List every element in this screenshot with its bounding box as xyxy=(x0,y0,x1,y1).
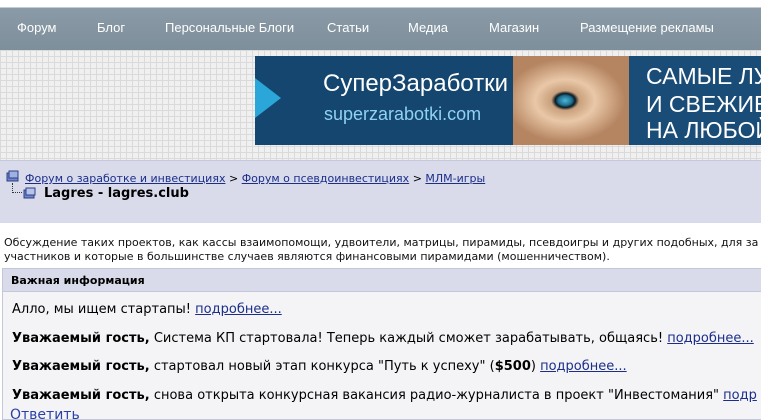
nav-item-shop[interactable]: Магазин xyxy=(489,20,539,35)
nav-item-advertising[interactable]: Размещение рекламы xyxy=(580,20,714,35)
tree-connector xyxy=(12,183,22,193)
nav-item-articles[interactable]: Статьи xyxy=(327,20,369,35)
breadcrumb-separator: > xyxy=(412,172,422,185)
topic-folder-icon xyxy=(23,187,36,199)
nav-item-forum[interactable]: Форум xyxy=(17,20,57,35)
breadcrumb-link-mlm[interactable]: МЛМ-игры xyxy=(425,172,485,185)
info-greeting: Уважаемый гость, xyxy=(12,388,150,403)
banner-right-line: И СВЕЖИЕ П xyxy=(646,91,761,117)
info-header-label: Важная информация xyxy=(11,274,145,287)
breadcrumb-link-forum[interactable]: Форум о заработке и инвестициях xyxy=(25,172,225,185)
info-text: стартовал новый этап конкурса "Путь к ус… xyxy=(153,359,495,374)
page-title: Lagres - lagres.club xyxy=(44,186,189,201)
nav-item-blog[interactable]: Блог xyxy=(97,20,125,35)
ad-banner[interactable]: СуперЗаработки superzarabotki.com САМЫЕ … xyxy=(255,56,761,145)
breadcrumb-area: Форум о заработке и инвестициях > Форум … xyxy=(0,160,761,223)
info-text: Алло, мы ищем стартапы! xyxy=(12,302,192,317)
more-link[interactable]: подробнее... xyxy=(667,331,754,346)
banner-right-line: НА ЛЮБОЙ xyxy=(646,117,761,143)
breadcrumb-link-pseudo[interactable]: Форум о псевдоинвестициях xyxy=(242,172,410,185)
info-text: Система КП стартовала! Теперь каждый смо… xyxy=(153,331,664,346)
info-text: снова открыта конкурсная вакансия радио-… xyxy=(153,388,720,403)
info-greeting: Уважаемый гость, xyxy=(12,331,150,346)
info-greeting: Уважаемый гость, xyxy=(12,359,150,374)
more-link[interactable]: подробнее... xyxy=(195,302,282,317)
banner-right-line: САМЫЕ ЛУ xyxy=(646,63,761,89)
breadcrumb: Форум о заработке и инвестициях > Форум … xyxy=(25,172,485,185)
forum-description: Обсуждение таких проектов, как кассы вза… xyxy=(4,236,761,264)
reply-link[interactable]: Ответить xyxy=(10,407,80,420)
forum-home-icon xyxy=(6,170,19,182)
banner-area: СуперЗаработки superzarabotki.com САМЫЕ … xyxy=(0,50,761,160)
info-item: Алло, мы ищем стартапы! подробнее... xyxy=(12,302,282,317)
nav-item-personal-blogs[interactable]: Персональные Блоги xyxy=(165,20,294,35)
description-line: Обсуждение таких проектов, как кассы вза… xyxy=(4,236,759,249)
more-link[interactable]: подр xyxy=(723,388,757,403)
info-item: Уважаемый гость, снова открыта конкурсна… xyxy=(12,388,757,403)
important-info-box: Важная информация Алло, мы ищем стартапы… xyxy=(2,268,761,420)
breadcrumb-separator: > xyxy=(228,172,239,185)
banner-subtitle: superzarabotki.com xyxy=(324,104,482,124)
info-item: Уважаемый гость, Система КП стартовала! … xyxy=(12,331,754,346)
top-nav: Форум Блог Персональные Блоги Статьи Мед… xyxy=(0,0,761,50)
banner-title: СуперЗаработки xyxy=(323,70,509,97)
banner-eye-photo xyxy=(513,56,629,145)
prize-amount: $500 xyxy=(494,359,531,374)
description-line: участников и которые в большинстве случа… xyxy=(4,250,610,263)
arrow-icon xyxy=(255,78,281,118)
more-link[interactable]: подробнее... xyxy=(540,359,627,374)
info-text: ) xyxy=(530,359,536,374)
info-header: Важная информация xyxy=(3,269,761,292)
nav-item-media[interactable]: Медиа xyxy=(408,20,448,35)
banner-left-panel: СуперЗаработки superzarabotki.com xyxy=(255,56,513,145)
info-item: Уважаемый гость, стартовал новый этап ко… xyxy=(12,359,627,374)
